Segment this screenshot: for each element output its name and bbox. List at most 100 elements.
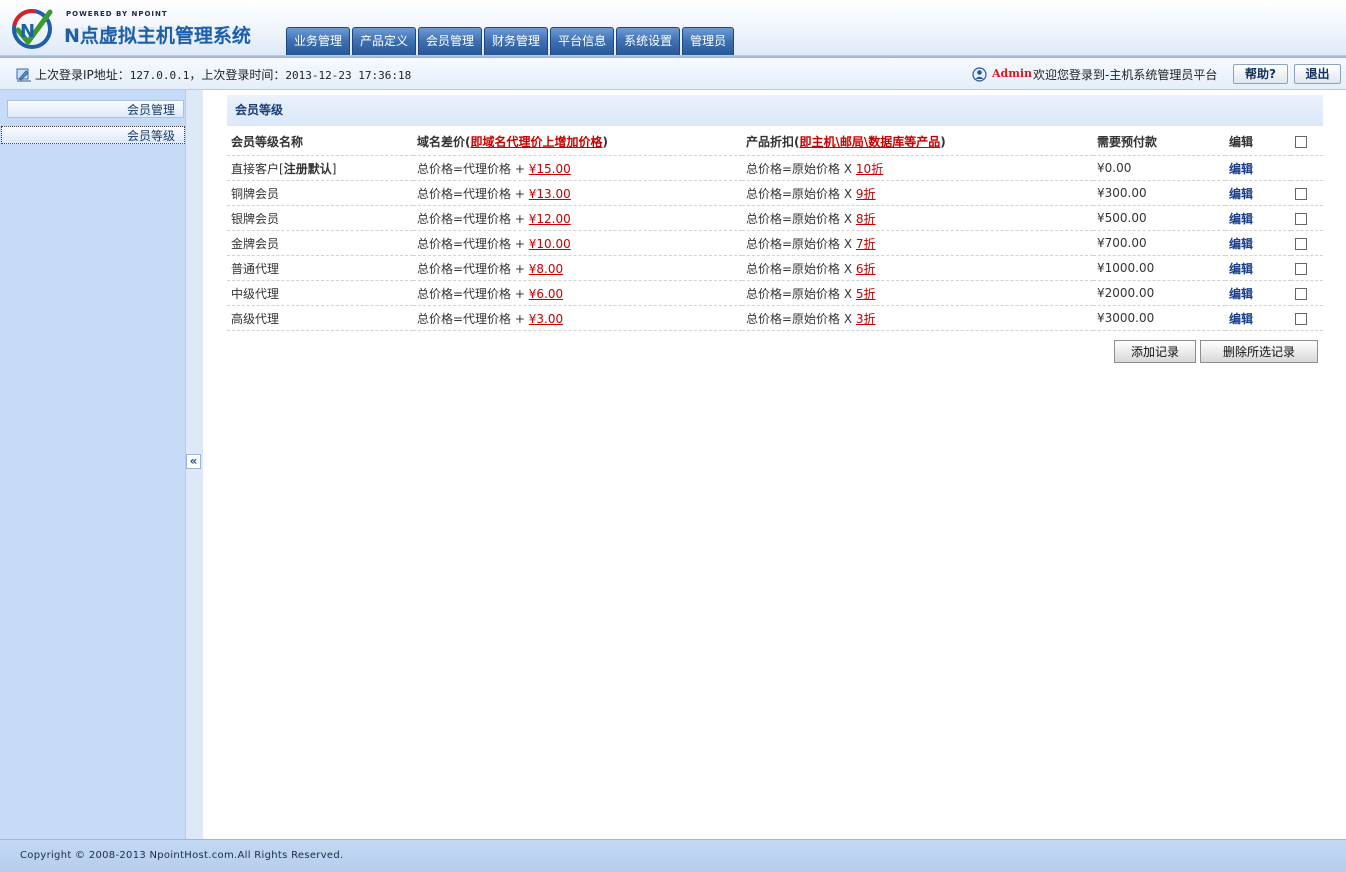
domain-price-link[interactable]: ¥8.00 — [529, 262, 563, 276]
discount-link[interactable]: 5折 — [856, 287, 876, 301]
tab-finance[interactable]: 财务管理 — [484, 27, 549, 55]
domain-price-cell: 总价格=代理价格 + ¥10.00 — [413, 230, 742, 256]
help-button[interactable]: 帮助? — [1233, 64, 1288, 84]
domain-price-cell: 总价格=代理价格 + ¥3.00 — [413, 305, 742, 331]
add-record-button[interactable]: 添加记录 — [1114, 340, 1196, 363]
row-checkbox[interactable] — [1295, 237, 1307, 250]
level-name-text: 铜牌会员 — [231, 186, 280, 201]
level-name: 直接客户[注册默认] — [227, 155, 413, 181]
col-domain-prefix: 域名差价( — [417, 134, 471, 149]
col-domain-price-diff: 域名差价(即域名代理价上增加价格) — [413, 127, 742, 156]
select-all-checkbox[interactable] — [1295, 135, 1307, 148]
prepay-amount: ¥3000.00 — [1093, 305, 1225, 331]
discount-link[interactable]: 9折 — [856, 187, 876, 201]
table-row: 铜牌会员 总价格=代理价格 + ¥13.00 总价格=原始价格 X 9折 ¥300.0… — [227, 180, 1323, 206]
table-row: 普通代理 总价格=代理价格 + ¥8.00 总价格=原始价格 X 6折 ¥1000.0… — [227, 255, 1323, 281]
row-checkbox[interactable] — [1295, 262, 1307, 275]
footer: Copyright © 2008-2013 NpointHost.com.All… — [0, 839, 1346, 872]
level-name-text: 高级代理 — [231, 311, 280, 326]
tab-administrator[interactable]: 管理员 — [682, 27, 735, 55]
domain-price-link[interactable]: ¥6.00 — [529, 287, 563, 301]
row-checkbox[interactable] — [1295, 312, 1307, 325]
table-row: 高级代理 总价格=代理价格 + ¥3.00 总价格=原始价格 X 3折 ¥3000.0… — [227, 305, 1323, 331]
last-login-time: 2013-12-23 17:36:18 — [285, 69, 412, 82]
domain-price-link[interactable]: ¥13.00 — [529, 187, 571, 201]
edit-link[interactable]: 编辑 — [1229, 212, 1253, 226]
level-name: 普通代理 — [227, 255, 413, 281]
npoint-logo-icon: N — [12, 9, 53, 49]
prepay-amount: ¥500.00 — [1093, 205, 1225, 231]
product-discount-cell: 总价格=原始价格 X 6折 — [742, 255, 1093, 281]
edit-cell: 编辑 — [1225, 155, 1291, 181]
edit-cell: 编辑 — [1225, 180, 1291, 206]
sidebar-item-member-level[interactable]: 会员等级 — [1, 126, 185, 144]
edit-link[interactable]: 编辑 — [1229, 262, 1253, 276]
product-formula: 总价格=原始价格 X — [746, 186, 853, 201]
level-name-text: 金牌会员 — [231, 236, 280, 251]
powered-by-text: POWERED BY NPOINT — [66, 10, 168, 18]
sidebar: 会员管理 会员等级 — [0, 90, 185, 839]
logout-button[interactable]: 退出 — [1294, 64, 1341, 84]
product-formula: 总价格=原始价格 X — [746, 311, 853, 326]
delete-selected-button[interactable]: 删除所选记录 — [1200, 340, 1318, 363]
level-name: 银牌会员 — [227, 205, 413, 231]
edit-link[interactable]: 编辑 — [1229, 162, 1253, 176]
panel-title: 会员等级 — [227, 95, 1323, 126]
copyright-text: Copyright © 2008-2013 NpointHost.com.All… — [20, 850, 344, 861]
edit-link[interactable]: 编辑 — [1229, 237, 1253, 251]
table-row: 中级代理 总价格=代理价格 + ¥6.00 总价格=原始价格 X 5折 ¥2000.0… — [227, 280, 1323, 306]
table-row: 直接客户[注册默认] 总价格=代理价格 + ¥15.00 总价格=原始价格 X 10… — [227, 155, 1323, 181]
info-bar: 上次登录IP地址：127.0.0.1，上次登录时间：2013-12-23 17:… — [0, 58, 1346, 90]
level-name: 铜牌会员 — [227, 180, 413, 206]
member-level-table: 会员等级名称 域名差价(即域名代理价上增加价格) 产品折扣(即主机\邮局\数据库… — [227, 127, 1323, 331]
domain-price-link[interactable]: ¥3.00 — [529, 312, 563, 326]
tab-product-definition[interactable]: 产品定义 — [352, 27, 417, 55]
svg-text:N: N — [20, 21, 35, 42]
product-discount-cell: 总价格=原始价格 X 5折 — [742, 280, 1093, 306]
select-cell — [1291, 255, 1323, 281]
product-discount-cell: 总价格=原始价格 X 3折 — [742, 305, 1093, 331]
level-name-text: 中级代理 — [231, 286, 280, 301]
discount-link[interactable]: 3折 — [856, 312, 876, 326]
row-checkbox[interactable] — [1295, 212, 1307, 225]
select-cell — [1291, 280, 1323, 306]
discount-link[interactable]: 6折 — [856, 262, 876, 276]
col-product-suffix: ) — [940, 134, 946, 149]
product-formula: 总价格=原始价格 X — [746, 286, 853, 301]
level-name: 中级代理 — [227, 280, 413, 306]
prepay-amount: ¥700.00 — [1093, 230, 1225, 256]
tab-system-settings[interactable]: 系统设置 — [616, 27, 681, 55]
edit-link[interactable]: 编辑 — [1229, 312, 1253, 326]
product-discount-cell: 总价格=原始价格 X 10折 — [742, 155, 1093, 181]
domain-price-link[interactable]: ¥12.00 — [529, 212, 571, 226]
row-checkbox[interactable] — [1295, 287, 1307, 300]
edit-cell: 编辑 — [1225, 255, 1291, 281]
discount-link[interactable]: 10折 — [856, 162, 883, 176]
sidebar-item-member-management[interactable]: 会员管理 — [7, 100, 184, 118]
user-icon — [972, 67, 987, 82]
level-name-text: 直接客户[ — [231, 161, 284, 176]
tab-business[interactable]: 业务管理 — [286, 27, 351, 55]
last-login-time-label: 上次登录时间： — [201, 68, 286, 82]
prepay-amount: ¥1000.00 — [1093, 255, 1225, 281]
app-title-reflection: N点虚拟主机管理系统 — [64, 25, 251, 38]
domain-price-link[interactable]: ¥10.00 — [529, 237, 571, 251]
tab-platform-info[interactable]: 平台信息 — [550, 27, 615, 55]
product-formula: 总价格=原始价格 X — [746, 211, 853, 226]
logo[interactable]: N POWERED BY NPOINT N点虚拟主机管理系统 N点虚拟主机管理系… — [10, 6, 270, 52]
main-content: 会员等级 会员等级名称 域名差价(即域名代理价上增加价格) 产品折扣(即主机\邮… — [203, 90, 1346, 839]
admin-username: Admin — [992, 67, 1033, 80]
level-name-text: 普通代理 — [231, 261, 280, 276]
table-row: 金牌会员 总价格=代理价格 + ¥10.00 总价格=原始价格 X 7折 ¥700.0… — [227, 230, 1323, 256]
level-name-bold: 注册默认 — [283, 161, 332, 176]
edit-link[interactable]: 编辑 — [1229, 187, 1253, 201]
discount-link[interactable]: 8折 — [856, 212, 876, 226]
domain-price-link[interactable]: ¥15.00 — [529, 162, 571, 176]
tab-member-management[interactable]: 会员管理 — [418, 27, 483, 55]
top-nav: 业务管理 产品定义 会员管理 财务管理 平台信息 系统设置 管理员 — [286, 27, 735, 56]
discount-link[interactable]: 7折 — [856, 237, 876, 251]
edit-link[interactable]: 编辑 — [1229, 287, 1253, 301]
collapse-sidebar-icon[interactable]: « — [186, 454, 201, 469]
row-checkbox[interactable] — [1295, 187, 1307, 200]
edit-cell: 编辑 — [1225, 280, 1291, 306]
